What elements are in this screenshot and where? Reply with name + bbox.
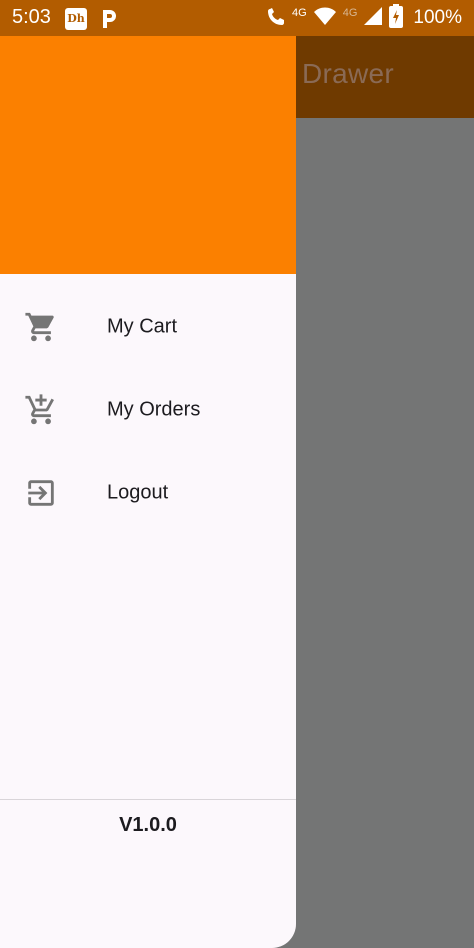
drawer-item-label: My Cart xyxy=(107,315,177,338)
navigation-drawer: My Cart My Orders Logout V1.0.0 xyxy=(0,0,296,948)
network-label-1: 4G xyxy=(292,7,307,19)
drawer-item-label: Logout xyxy=(107,481,169,504)
status-right-group: 4G 4G 100% xyxy=(266,3,462,33)
network-label-2: 4G xyxy=(342,7,358,19)
status-bar: 5:03 Dh 4G 4G 100% xyxy=(0,0,474,36)
drawer-divider xyxy=(0,799,296,800)
drawer-item-my-cart[interactable]: My Cart xyxy=(0,295,296,359)
battery-percent: 100% xyxy=(413,7,462,28)
drawer-item-label: My Orders xyxy=(107,398,201,421)
battery-charging-icon xyxy=(389,3,404,33)
signal-icon xyxy=(363,6,383,31)
shopping-cart-icon xyxy=(24,310,58,344)
version-label: V1.0.0 xyxy=(119,814,177,836)
drawer-item-my-orders[interactable]: My Orders xyxy=(0,378,296,442)
wifi-icon xyxy=(313,6,337,31)
parking-icon xyxy=(100,8,118,30)
add-shopping-cart-icon xyxy=(24,393,58,427)
app-bar-title: Drawer xyxy=(302,58,395,89)
drawer-header xyxy=(0,0,296,274)
status-time: 5:03 xyxy=(12,6,51,28)
logout-icon xyxy=(24,476,58,510)
wifi-call-icon xyxy=(266,5,286,32)
disney-hotstar-icon: Dh xyxy=(65,8,87,30)
drawer-item-logout[interactable]: Logout xyxy=(0,461,296,525)
